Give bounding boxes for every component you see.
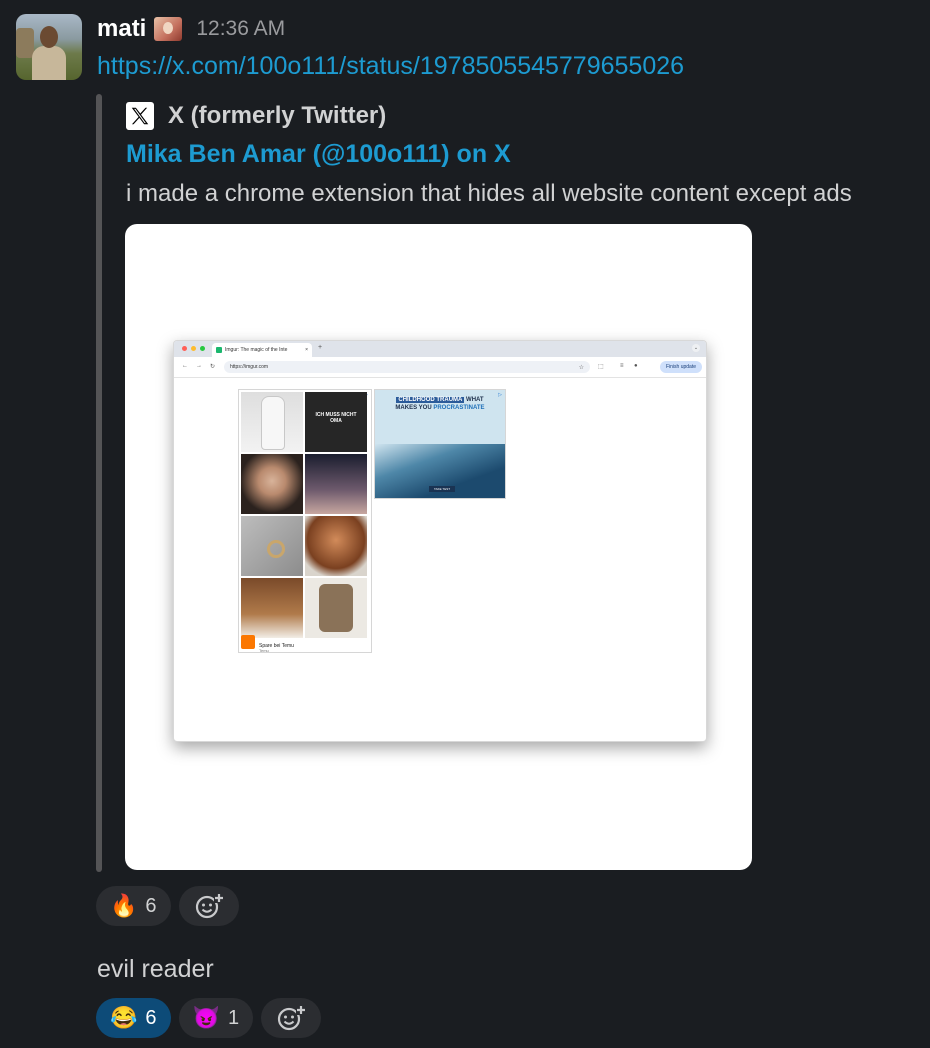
extensions-icon: ⬚ bbox=[598, 364, 604, 370]
joy-icon: 😂 bbox=[110, 1005, 138, 1030]
close-dot-icon bbox=[182, 346, 187, 351]
ad2-title-c: MAKES YOU bbox=[395, 405, 432, 411]
unfurl-quote-bar bbox=[96, 94, 102, 872]
add-reaction-button[interactable] bbox=[261, 998, 322, 1038]
browser-toolbar: ← → ↻ https://imgur.com ☆ ⬚ ≡ ● Finish u… bbox=[174, 357, 706, 378]
unfurl-image[interactable]: Imgur: The magic of the Inte × + ⌄ ← → ↻… bbox=[125, 224, 752, 870]
reaction-bar: 🔥 6 bbox=[96, 886, 247, 926]
reaction-bar: 😂 6 😈 1 bbox=[96, 998, 329, 1038]
address-bar: https://imgur.com ☆ bbox=[224, 361, 590, 373]
new-tab-icon: + bbox=[318, 344, 323, 351]
ad-grid-temu: ▷ Spare bei Temu Temu bbox=[238, 389, 372, 653]
ad2-title-a: CHILDHOOD TRAUMA bbox=[396, 397, 465, 403]
browser-tab: Imgur: The magic of the Inte × bbox=[212, 343, 312, 357]
browser-tabbar: Imgur: The magic of the Inte × + ⌄ bbox=[174, 341, 706, 357]
bookmark-star-icon: ☆ bbox=[578, 364, 584, 371]
timestamp[interactable]: 12:36 AM bbox=[196, 17, 285, 41]
fire-icon: 🔥 bbox=[110, 893, 138, 918]
temu-subtitle: Temu bbox=[259, 648, 269, 653]
x-logo-icon bbox=[126, 102, 154, 130]
ad-tile-ring bbox=[241, 516, 303, 576]
reaction-count: 6 bbox=[145, 894, 157, 917]
ad-childhood-trauma: ▷ CHILDHOOD TRAUMA WHAT MAKES YOU PROCRA… bbox=[374, 389, 506, 499]
username[interactable]: mati bbox=[97, 15, 146, 43]
ad2-title-b: WHAT bbox=[466, 397, 484, 403]
ad2-title: CHILDHOOD TRAUMA WHAT MAKES YOU PROCRAST… bbox=[381, 396, 499, 412]
imgur-favicon-icon bbox=[216, 347, 222, 353]
unfurl-title-link[interactable]: Mika Ben Amar (@100o111) on X bbox=[126, 140, 511, 169]
forward-icon: → bbox=[196, 363, 202, 369]
reaction-fire[interactable]: 🔥 6 bbox=[96, 886, 171, 926]
ad2-title-d: PROCRASTINATE bbox=[433, 405, 485, 411]
finish-update-button: Finish update bbox=[659, 361, 702, 373]
maximize-dot-icon bbox=[200, 346, 205, 351]
ad-tile-cabinet bbox=[241, 578, 303, 638]
ad-tile-bodysuit bbox=[241, 392, 303, 452]
reaction-count: 6 bbox=[145, 1006, 157, 1029]
avatar[interactable] bbox=[16, 14, 82, 80]
reload-icon: ↻ bbox=[210, 364, 216, 370]
profile-icon: ● bbox=[634, 363, 638, 369]
message-text: evil reader bbox=[97, 955, 214, 983]
address-bar-url: https://imgur.com bbox=[230, 364, 269, 370]
message-link[interactable]: https://x.com/100o111/status/19785055457… bbox=[97, 52, 684, 81]
add-reaction-icon bbox=[277, 1005, 307, 1031]
ad2-take-test-button: TAKE TEST bbox=[429, 486, 455, 492]
reaction-count: 1 bbox=[227, 1006, 240, 1029]
add-reaction-icon bbox=[195, 893, 224, 919]
ad-tile-shirt bbox=[305, 392, 367, 452]
temu-footer: Spare bei Temu Temu bbox=[241, 635, 369, 653]
back-icon: ← bbox=[182, 363, 188, 369]
unfurl-description: i made a chrome extension that hides all… bbox=[126, 180, 852, 207]
unfurl-source-name: X (formerly Twitter) bbox=[168, 102, 387, 129]
ad-tile-vest bbox=[305, 578, 367, 638]
status-emoji-icon bbox=[154, 17, 183, 41]
tab-search-icon: ⌄ bbox=[692, 344, 700, 352]
avatar-background bbox=[16, 28, 34, 58]
reaction-smiling-imp[interactable]: 😈 1 bbox=[178, 998, 254, 1038]
ad-tile-glasses bbox=[241, 454, 303, 514]
ad-tile-fashion bbox=[305, 454, 367, 514]
reaction-joy[interactable]: 😂 6 bbox=[96, 998, 171, 1038]
minimize-dot-icon bbox=[191, 346, 196, 351]
smiling-imp-icon: 😈 bbox=[192, 1005, 220, 1030]
tab-close-icon: × bbox=[305, 347, 308, 353]
avatar-figure-head bbox=[40, 26, 58, 48]
tab-title: Imgur: The magic of the Inte bbox=[225, 347, 288, 353]
reading-list-icon: ≡ bbox=[620, 363, 624, 369]
add-reaction-button[interactable] bbox=[178, 886, 239, 926]
ad-tile-monkey bbox=[305, 516, 367, 576]
unfurl-source: X (formerly Twitter) bbox=[126, 100, 386, 132]
avatar-figure-body bbox=[32, 46, 66, 80]
browser-screenshot: Imgur: The magic of the Inte × + ⌄ ← → ↻… bbox=[173, 340, 707, 742]
message-header: mati 12:36 AM bbox=[97, 13, 285, 45]
temu-logo-icon bbox=[241, 635, 255, 649]
